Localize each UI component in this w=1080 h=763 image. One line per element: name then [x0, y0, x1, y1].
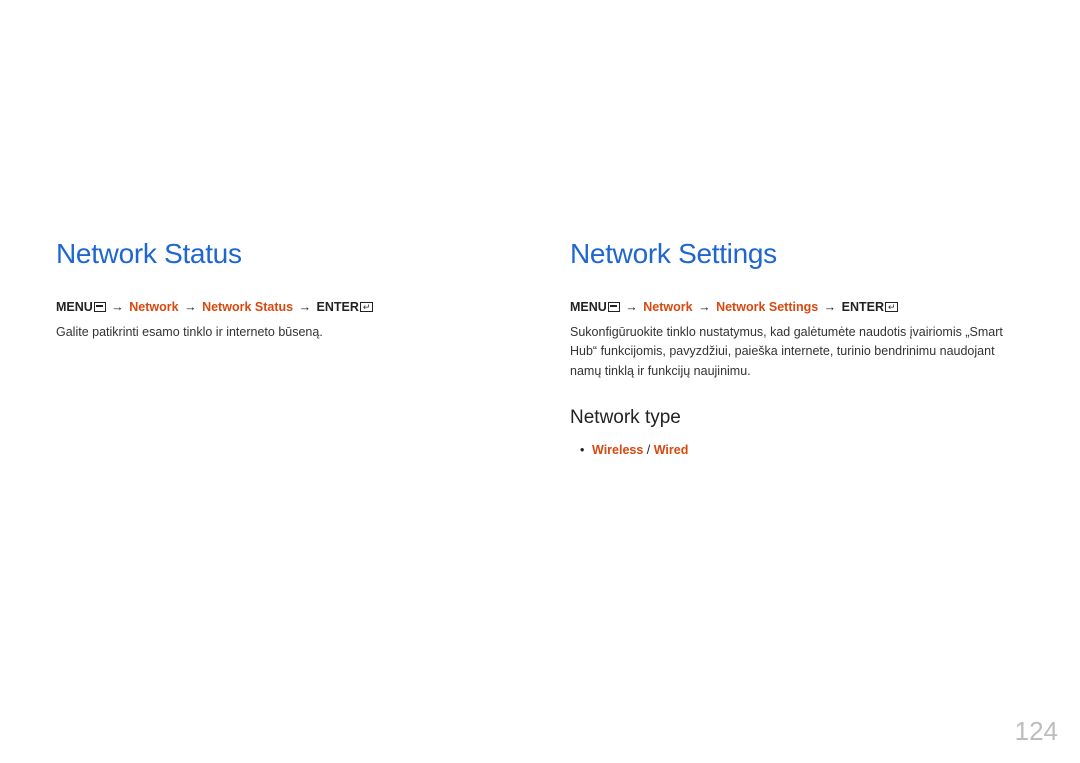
heading-network-status: Network Status — [56, 238, 510, 270]
menu-label: MENU — [56, 300, 93, 314]
menu-icon — [608, 302, 620, 312]
arrow-icon: → — [111, 300, 124, 314]
settings-description: Sukonfigūruokite tinklo nustatymus, kad … — [570, 323, 1024, 381]
enter-icon — [360, 302, 373, 312]
arrow-icon: → — [698, 300, 711, 314]
right-column: Network Settings MENU → Network → Networ… — [570, 238, 1024, 457]
subheading-network-type: Network type — [570, 407, 1024, 429]
enter-label: ENTER — [317, 300, 359, 314]
page-content: Network Status MENU → Network → Network … — [0, 0, 1080, 457]
path-network-settings: Network Settings — [716, 300, 818, 314]
page-number: 124 — [1015, 716, 1058, 747]
arrow-icon: → — [299, 300, 312, 314]
arrow-icon: → — [184, 300, 197, 314]
heading-network-settings: Network Settings — [570, 238, 1024, 270]
option-wired: Wired — [654, 443, 689, 457]
arrow-icon: → — [824, 300, 837, 314]
option-separator: / — [643, 443, 653, 457]
menu-icon — [94, 302, 106, 312]
menu-label: MENU — [570, 300, 607, 314]
menu-path-status: MENU → Network → Network Status → ENTER — [56, 298, 510, 317]
left-column: Network Status MENU → Network → Network … — [56, 238, 510, 457]
menu-path-settings: MENU → Network → Network Settings → ENTE… — [570, 298, 1024, 317]
arrow-icon: → — [625, 300, 638, 314]
network-type-options: Wireless / Wired — [570, 443, 1024, 457]
enter-label: ENTER — [842, 300, 884, 314]
status-description: Galite patikrinti esamo tinklo ir intern… — [56, 323, 510, 342]
path-network-status: Network Status — [202, 300, 293, 314]
enter-icon — [885, 302, 898, 312]
path-network: Network — [643, 300, 692, 314]
option-wireless: Wireless — [592, 443, 643, 457]
path-network: Network — [129, 300, 178, 314]
